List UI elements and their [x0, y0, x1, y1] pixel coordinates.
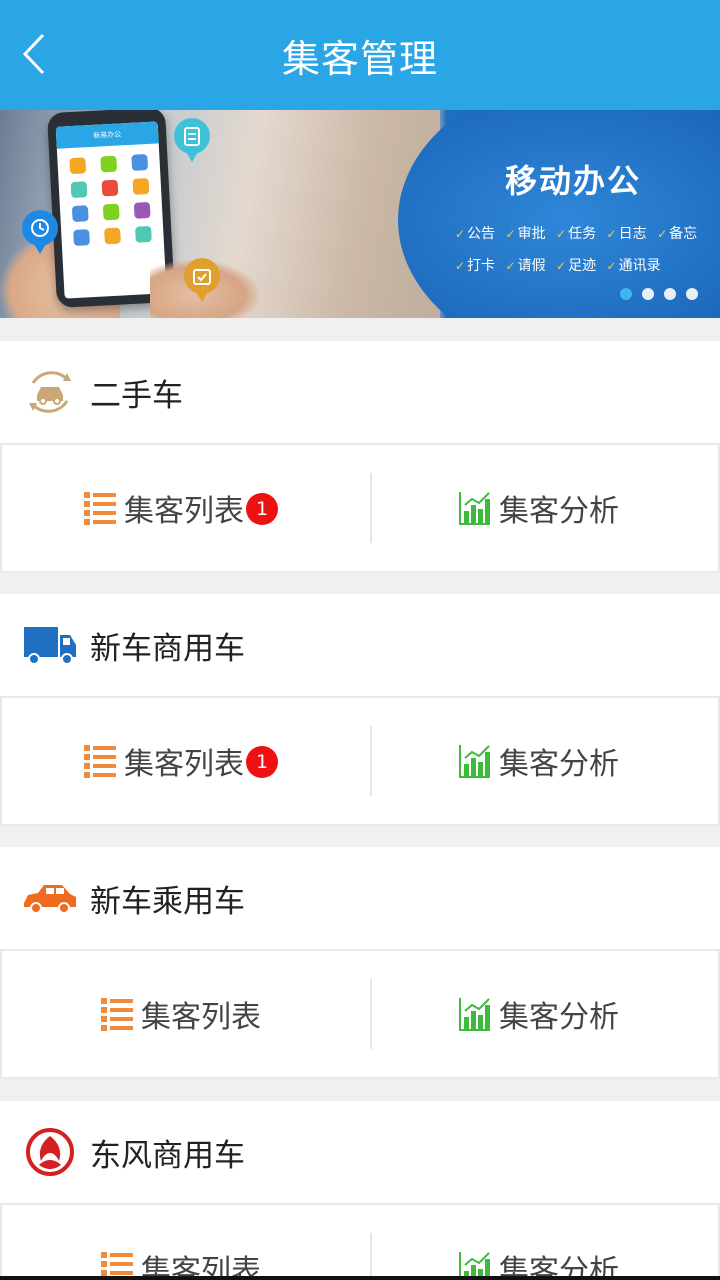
bar-chart-icon [459, 492, 490, 525]
customer-analysis-label: 集客分析 [499, 494, 619, 529]
divider [370, 979, 372, 1049]
section-title: 二手车 [90, 377, 183, 414]
section-title: 新车商用车 [90, 630, 245, 667]
banner-tags-row-2: 打卡 请假 足迹 通讯录 [455, 250, 715, 282]
banner-tags-row-1: 公告 审批 任务 日志 备忘 [455, 218, 715, 250]
customer-list-button[interactable]: 集客列表 [2, 1205, 360, 1280]
customer-analysis-button[interactable]: 集客分析 [360, 698, 718, 824]
section-actions: 集客列表 集客分析 [0, 949, 720, 1079]
banner-blue-panel [398, 110, 720, 318]
list-icon [101, 998, 133, 1031]
customer-list-button[interactable]: 集客列表 [2, 951, 360, 1077]
list-icon [84, 492, 116, 525]
customer-analysis-button[interactable]: 集客分析 [360, 951, 718, 1077]
notification-badge: 1 [246, 746, 278, 778]
banner-tag: 通讯录 [607, 258, 661, 274]
banner-tag: 足迹 [556, 258, 596, 274]
customer-analysis-label: 集客分析 [499, 747, 619, 782]
section-new-commercial: 新车商用车 集客列表 1 集客分析 [0, 594, 720, 826]
clipboard-icon [174, 118, 210, 162]
clock-icon [22, 210, 58, 254]
customer-list-label: 集客列表 [124, 747, 244, 782]
section-header: 二手车 [0, 341, 720, 443]
calendar-check-icon [184, 258, 220, 302]
customer-analysis-label: 集客分析 [499, 1000, 619, 1035]
customer-list-label: 集客列表 [141, 1000, 261, 1035]
car-icon [22, 870, 78, 926]
promo-banner[interactable]: 新易办公 移动办公 公告 审批 任务 日志 备忘 打卡 请假 足迹 [0, 110, 720, 318]
section-dongfeng-commercial: 东风商用车 集客列表 集客分析 [0, 1101, 720, 1280]
truck-icon [22, 617, 78, 673]
carousel-dot[interactable] [664, 288, 676, 300]
divider [370, 473, 372, 543]
list-icon [84, 745, 116, 778]
carousel-dot[interactable] [620, 288, 632, 300]
screen-bottom-edge [0, 1276, 720, 1280]
used-car-icon [22, 364, 78, 420]
chevron-left-icon [22, 33, 45, 75]
customer-analysis-button[interactable]: 集客分析 [360, 1205, 718, 1280]
customer-list-button[interactable]: 集客列表 1 [2, 698, 360, 824]
customer-list-button[interactable]: 集客列表 1 [2, 445, 360, 571]
dongfeng-logo-icon [22, 1124, 78, 1180]
section-header: 新车乘用车 [0, 847, 720, 949]
back-button[interactable] [14, 28, 54, 80]
banner-tag: 审批 [506, 226, 546, 242]
divider [370, 1233, 372, 1280]
customer-list-label: 集客列表 [141, 1254, 261, 1280]
banner-title: 移动办公 [505, 162, 642, 200]
customer-list-label: 集客列表 [124, 494, 244, 529]
banner-tag: 任务 [556, 226, 596, 242]
section-header: 东风商用车 [0, 1101, 720, 1203]
carousel-dot[interactable] [642, 288, 654, 300]
customer-analysis-button[interactable]: 集客分析 [360, 445, 718, 571]
banner-tag: 打卡 [455, 258, 495, 274]
section-actions: 集客列表 1 集客分析 [0, 696, 720, 826]
carousel-dots[interactable] [620, 288, 698, 300]
section-actions: 集客列表 集客分析 [0, 1203, 720, 1280]
section-actions: 集客列表 1 集客分析 [0, 443, 720, 573]
bar-chart-icon [459, 998, 490, 1031]
section-used-car: 二手车 集客列表 1 集客分析 [0, 341, 720, 573]
page-title: 集客管理 [281, 36, 438, 81]
banner-feature-tags: 公告 审批 任务 日志 备忘 打卡 请假 足迹 通讯录 [455, 218, 715, 282]
banner-tag: 备忘 [657, 226, 697, 242]
section-title: 新车乘用车 [90, 883, 245, 920]
section-header: 新车商用车 [0, 594, 720, 696]
top-nav-bar: 集客管理 [0, 0, 720, 110]
notification-badge: 1 [246, 493, 278, 525]
customer-analysis-label: 集客分析 [499, 1254, 619, 1280]
section-new-passenger: 新车乘用车 集客列表 集客分析 [0, 847, 720, 1079]
banner-tag: 日志 [607, 226, 647, 242]
carousel-dot[interactable] [686, 288, 698, 300]
section-title: 东风商用车 [90, 1137, 245, 1174]
banner-tag: 公告 [455, 226, 495, 242]
bar-chart-icon [459, 745, 490, 778]
divider [370, 726, 372, 796]
banner-tag: 请假 [506, 258, 546, 274]
